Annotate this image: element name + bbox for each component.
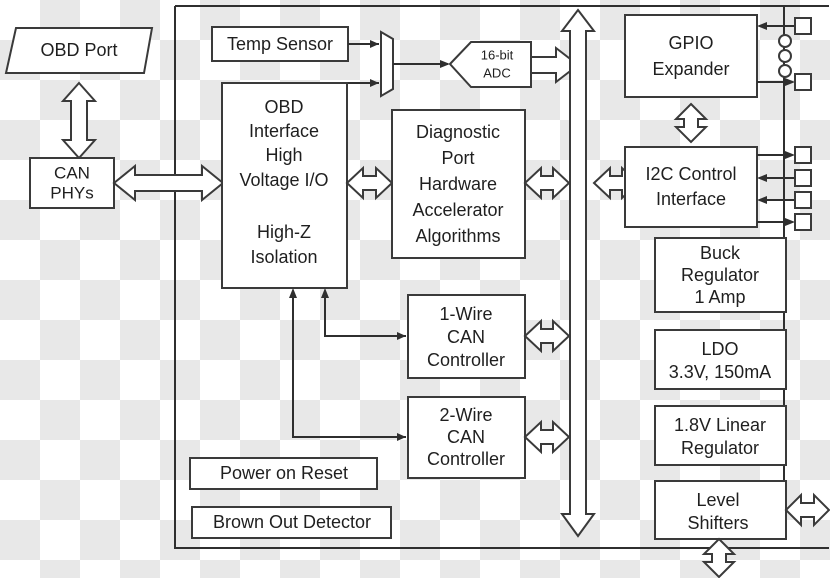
- mux-to-adc-arrowhead: [440, 60, 450, 68]
- gpio-label-2: Expander: [652, 59, 729, 79]
- obd-port-label: OBD Port: [40, 40, 117, 60]
- i2c-label-1: I2C Control: [645, 164, 736, 184]
- two-wire-label-1: 2-Wire: [440, 405, 493, 425]
- level-shifters-down-arrow: [701, 537, 737, 578]
- pin-pad-6[interactable]: [794, 213, 812, 231]
- ldo-label-2: 3.3V, 150mA: [669, 362, 771, 382]
- analog-mux-block[interactable]: [380, 30, 394, 98]
- obd-interface-to-diagnostic-arrow: [345, 165, 394, 201]
- one-wire-to-obd-arrowhead: [321, 288, 329, 298]
- pin-pad-5[interactable]: [794, 191, 812, 209]
- pin-arrowhead-6: [785, 218, 795, 226]
- gpio-label-1: GPIO: [668, 33, 713, 53]
- one-wire-label-1: 1-Wire: [440, 304, 493, 324]
- diagram-svg: OBD Port CAN PHYs Temp Sensor 16-bit ADC: [4, 5, 830, 578]
- pin-arrowhead-1: [757, 22, 767, 30]
- block-diagram-canvas: OBD Port CAN PHYs Temp Sensor 16-bit ADC: [0, 0, 830, 578]
- buck-label-1: Buck: [700, 243, 741, 263]
- two-wire-to-obd-interface-wire: [292, 292, 406, 438]
- obd-interface-label-2: Interface: [249, 121, 319, 141]
- two-wire-label-3: Controller: [427, 449, 505, 469]
- pin-ellipsis-dot-2: [778, 49, 792, 63]
- one-wire-label-2: CAN: [447, 327, 485, 347]
- can-phys-label-2: PHYs: [50, 183, 93, 202]
- diagnostic-label-5: Algorithms: [415, 226, 500, 246]
- two-wire-label-2: CAN: [447, 427, 485, 447]
- pin-arrowhead-4: [757, 174, 767, 182]
- brown-out-detector-label: Brown Out Detector: [213, 512, 371, 532]
- obd-interface-label-1: OBD: [264, 97, 303, 117]
- pin-pad-3[interactable]: [794, 146, 812, 164]
- pin-pad-4[interactable]: [794, 169, 812, 187]
- diagnostic-label-1: Diagnostic: [416, 122, 500, 142]
- linear-label-1: 1.8V Linear: [674, 415, 766, 435]
- pin-ellipsis-dot-1: [778, 34, 792, 48]
- obd-interface-label-5: High-Z: [257, 222, 311, 242]
- level-label-2: Shifters: [687, 513, 748, 533]
- diagnostic-label-4: Accelerator: [412, 200, 503, 220]
- adc-label-2: ADC: [483, 65, 510, 80]
- ldo-label-1: LDO: [701, 339, 738, 359]
- obd-interface-to-mux-arrowhead: [370, 79, 379, 87]
- obd-interface-label-6: Isolation: [250, 247, 317, 267]
- gpio-to-i2c-arrow: [673, 102, 709, 144]
- internal-bus-arrow: [559, 8, 597, 538]
- pin-arrowhead-2: [785, 78, 795, 86]
- obd-to-one-wire-arrowhead: [397, 332, 406, 340]
- gpio-expander-block[interactable]: [624, 14, 758, 98]
- obd-to-two-wire-arrowhead: [397, 433, 406, 441]
- one-wire-label-3: Controller: [427, 350, 505, 370]
- obd-port-to-can-phys-arrow: [60, 81, 98, 160]
- diagnostic-to-bus-arrow: [523, 165, 571, 201]
- adc-label-1: 16-bit: [481, 47, 514, 62]
- pin-arrowhead-5: [757, 196, 767, 204]
- linear-label-2: Regulator: [681, 438, 759, 458]
- obd-interface-label-4: Voltage I/O: [239, 170, 328, 190]
- i2c-control-block[interactable]: [624, 146, 758, 228]
- two-wire-to-obd-arrowhead: [289, 288, 297, 298]
- i2c-label-2: Interface: [656, 189, 726, 209]
- pin-arrowhead-3: [785, 151, 795, 159]
- pin-ellipsis-dot-3: [778, 64, 792, 78]
- pin-pad-1[interactable]: [794, 17, 812, 35]
- level-shifters-right-arrow: [784, 492, 830, 528]
- obd-interface-label-3: High: [265, 145, 302, 165]
- two-wire-to-bus-arrow: [523, 419, 571, 455]
- level-label-1: Level: [696, 490, 739, 510]
- diagnostic-label-3: Hardware: [419, 174, 497, 194]
- power-on-reset-label: Power on Reset: [220, 463, 348, 483]
- one-wire-to-bus-arrow: [523, 318, 571, 354]
- temp-sensor-to-mux-arrowhead: [370, 40, 379, 48]
- buck-label-2: Regulator: [681, 265, 759, 285]
- diagnostic-label-2: Port: [441, 148, 474, 168]
- can-phys-label-1: CAN: [54, 163, 90, 182]
- pin-pad-2[interactable]: [794, 73, 812, 91]
- one-wire-to-obd-interface-wire: [324, 292, 406, 337]
- temp-sensor-label: Temp Sensor: [227, 34, 333, 54]
- can-phys-to-obd-interface-arrow: [112, 163, 225, 203]
- buck-label-3: 1 Amp: [694, 287, 745, 307]
